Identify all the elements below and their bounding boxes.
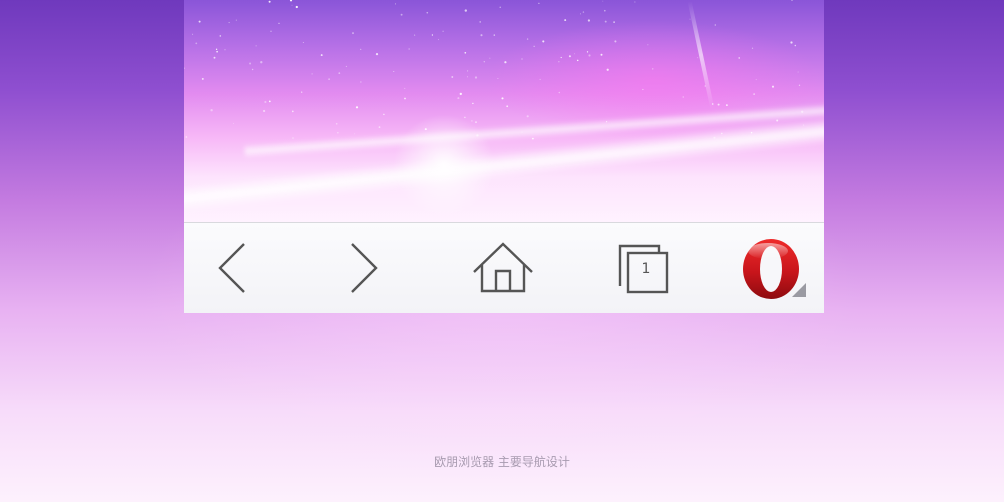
home-icon bbox=[473, 242, 533, 293]
design-caption: 欧朋浏览器 主要导航设计 bbox=[434, 455, 570, 469]
forward-button[interactable] bbox=[332, 223, 396, 313]
tabs-button[interactable]: 1 bbox=[604, 223, 684, 313]
opera-menu-button[interactable] bbox=[736, 223, 816, 313]
tab-count: 1 bbox=[641, 261, 651, 277]
browser-screen: 1 bbox=[184, 0, 824, 313]
home-button[interactable] bbox=[464, 223, 544, 313]
wallpaper bbox=[184, 0, 824, 222]
chevron-left-icon bbox=[218, 243, 245, 293]
bottom-navigation-toolbar: 1 bbox=[184, 222, 824, 313]
back-button[interactable] bbox=[198, 223, 262, 313]
wallpaper-stars bbox=[184, 0, 805, 141]
chevron-right-icon bbox=[351, 243, 378, 293]
opera-logo-icon bbox=[743, 239, 806, 299]
